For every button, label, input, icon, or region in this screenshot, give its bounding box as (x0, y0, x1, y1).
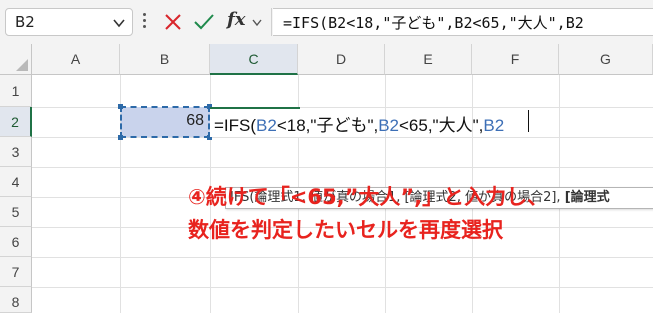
name-box-value: B2 (15, 13, 35, 31)
marquee-handle[interactable] (118, 135, 123, 140)
row-header-7[interactable]: 7 (0, 257, 32, 287)
row-header-8[interactable]: 8 (0, 287, 32, 313)
select-all-button[interactable] (0, 44, 32, 75)
annotation-line-1: ④続けて「<65,”大人”,」と入力し、 (188, 185, 549, 209)
formula-ref-b2: B2 (378, 116, 399, 135)
tooltip-current-arg: [論理式 (564, 190, 610, 205)
column-header-e[interactable]: E (385, 44, 472, 75)
chevron-down-icon[interactable] (251, 17, 263, 29)
in-cell-formula[interactable]: =IFS(B2<18,"子ども",B2<65,"大人",B2 (214, 111, 504, 136)
insert-function-button[interactable]: fx (225, 9, 265, 35)
row-header-4[interactable]: 4 (0, 167, 32, 197)
column-header-c[interactable]: C (210, 44, 298, 75)
divider (271, 8, 272, 36)
gridline (32, 287, 653, 288)
formula-ref-b2: B2 (483, 116, 505, 135)
formula-prefix: =IFS( (214, 116, 257, 135)
more-options-icon[interactable] (141, 13, 147, 31)
row-header-5[interactable]: 5 (0, 197, 32, 227)
name-box[interactable]: B2 (5, 8, 133, 36)
formula-text: =IFS(B2<18,"子ども",B2<65,"大人",B2 (283, 14, 584, 32)
annotation-line-2: 数値を判定したいセルを再度選択 (188, 218, 503, 242)
column-header-f[interactable]: F (472, 44, 559, 75)
cancel-icon[interactable] (163, 12, 183, 32)
column-header-d[interactable]: D (298, 44, 385, 75)
text-caret (528, 110, 529, 132)
formula-part: <65,"大人", (399, 116, 484, 135)
marquee-handle[interactable] (118, 104, 123, 109)
fx-label: fx (227, 9, 246, 30)
formula-input[interactable]: =IFS(B2<18,"子ども",B2<65,"大人",B2 (273, 8, 653, 36)
column-header-g[interactable]: G (559, 44, 653, 75)
gridline (32, 257, 653, 258)
row-header-1[interactable]: 1 (0, 75, 32, 107)
row-header-2[interactable]: 2 (0, 107, 32, 137)
column-header-b[interactable]: B (120, 44, 210, 75)
gridline (32, 167, 653, 168)
column-header-a[interactable]: A (32, 44, 120, 75)
row-header-3[interactable]: 3 (0, 137, 32, 167)
formula-part: <18,"子ども", (276, 116, 379, 135)
reference-marquee (120, 106, 210, 138)
chevron-down-icon[interactable] (112, 16, 126, 30)
formula-bar-row: B2 fx =IFS(B2<18,"子ども",B2<65,"大人",B2 (0, 0, 653, 44)
enter-check-icon[interactable] (193, 12, 215, 32)
worksheet-grid: A B C D E F G 1 2 3 4 5 6 7 8 68 =IFS(B2… (0, 44, 653, 313)
formula-ref-b2: B2 (256, 116, 277, 135)
row-header-6[interactable]: 6 (0, 227, 32, 257)
